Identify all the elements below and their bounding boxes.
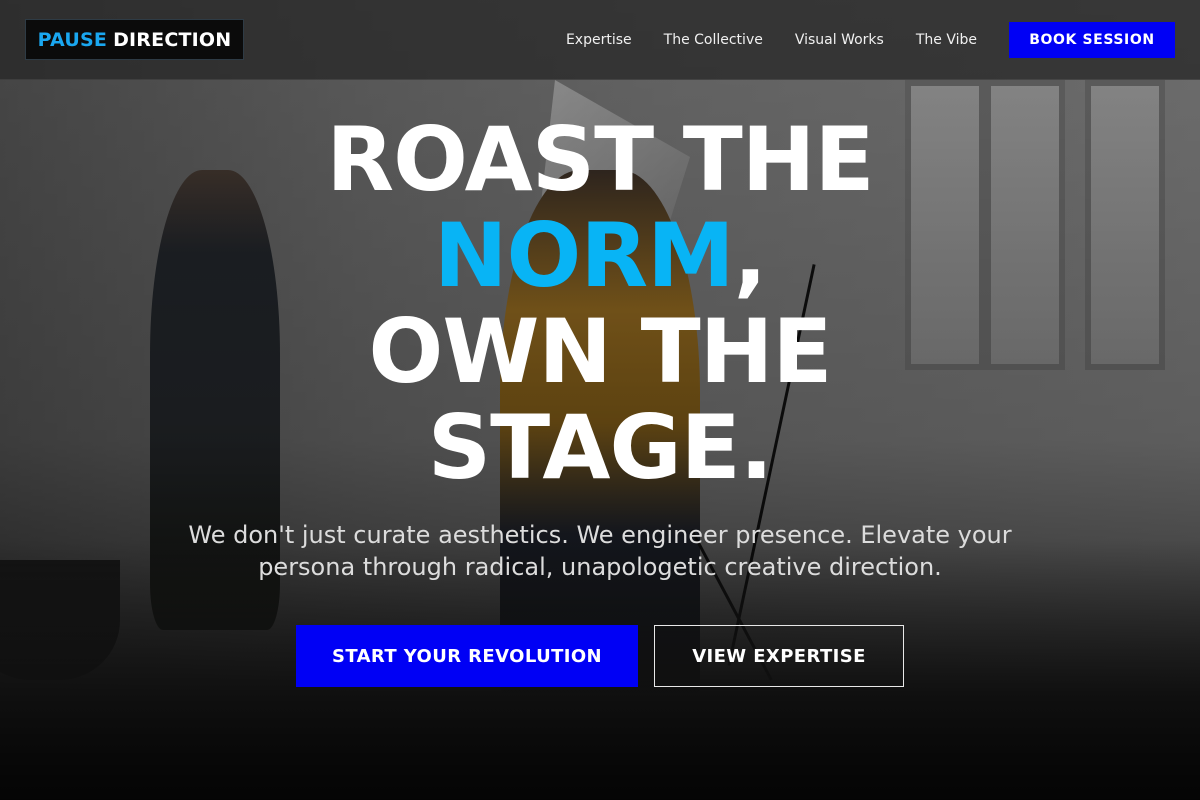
hero-headline-line3: OWN THE xyxy=(368,300,833,403)
hero-headline: ROAST THE NORM, OWN THE STAGE. xyxy=(0,112,1200,496)
brand-logo-part2: DIRECTION xyxy=(113,28,232,51)
main-nav: Expertise The Collective Visual Works Th… xyxy=(566,0,1175,80)
hero-headline-accent: NORM xyxy=(433,204,735,307)
brand-logo-part1: PAUSE xyxy=(37,28,108,51)
view-expertise-button[interactable]: VIEW EXPERTISE xyxy=(654,625,904,687)
nav-link-visual-works[interactable]: Visual Works xyxy=(795,32,884,48)
book-session-button[interactable]: BOOK SESSION xyxy=(1009,22,1175,58)
start-revolution-button[interactable]: START YOUR REVOLUTION xyxy=(296,625,638,687)
site-header: PAUSE DIRECTION Expertise The Collective… xyxy=(0,0,1200,80)
hero-headline-line4: STAGE. xyxy=(427,396,773,499)
nav-link-the-vibe[interactable]: The Vibe xyxy=(916,32,977,48)
hero-headline-line1: ROAST THE xyxy=(326,108,874,211)
brand-logo[interactable]: PAUSE DIRECTION xyxy=(25,19,244,60)
hero-headline-comma: , xyxy=(733,204,767,307)
hero-subtitle: We don't just curate aesthetics. We engi… xyxy=(188,521,1012,581)
nav-link-the-collective[interactable]: The Collective xyxy=(664,32,763,48)
nav-link-expertise[interactable]: Expertise xyxy=(566,32,632,48)
